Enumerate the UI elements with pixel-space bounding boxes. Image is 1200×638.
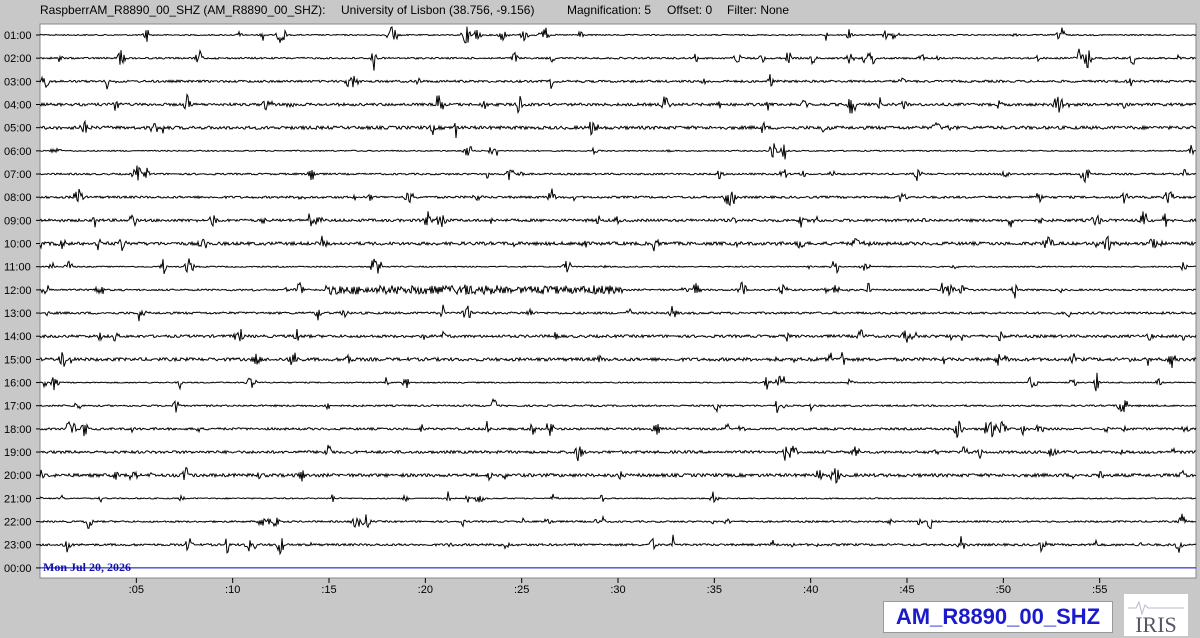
station-code-box: AM_R8890_00_SHZ	[883, 601, 1113, 633]
x-tick-label: :35	[707, 584, 722, 596]
row-label: 13:00	[4, 308, 32, 320]
row-label: 14:00	[4, 331, 32, 343]
logo-text: IRIS	[1135, 612, 1177, 636]
helicorder-window: RaspberrAM_R8890_00_SHZ (AM_R8890_00_SHZ…	[0, 0, 1200, 638]
iris-logo: IRIS	[1124, 594, 1188, 636]
row-label: 17:00	[4, 401, 32, 413]
row-label: 03:00	[4, 76, 32, 88]
row-label: 01:00	[4, 30, 32, 42]
row-label: 21:00	[4, 493, 32, 505]
x-tick-label: :25	[514, 584, 529, 596]
row-label: 08:00	[4, 192, 32, 204]
x-tick-label: :10	[225, 584, 240, 596]
x-tick-label: :50	[996, 584, 1011, 596]
x-tick-label: :55	[1092, 584, 1107, 596]
station-code: AM_R8890_00_SHZ	[895, 604, 1101, 629]
helicorder-plot: 01:00 02:00 03:00 04:00 05:00 06:00 07:00 08:00…	[4, 23, 1197, 596]
row-label: 19:00	[4, 447, 32, 459]
row-label: 06:00	[4, 146, 32, 158]
x-tick-label: :30	[610, 584, 625, 596]
plot-area	[39, 23, 1197, 579]
row-label: 07:00	[4, 169, 32, 181]
row-label: 05:00	[4, 123, 32, 135]
row-label: 02:00	[4, 53, 32, 65]
date-label: Mon Jul 20, 2026	[43, 560, 131, 574]
row-label: 00:00	[4, 563, 32, 575]
x-tick-label: :05	[129, 584, 144, 596]
row-label: 09:00	[4, 215, 32, 227]
row-label: 23:00	[4, 540, 32, 552]
row-label: 16:00	[4, 378, 32, 390]
row-label: 20:00	[4, 470, 32, 482]
x-tick-label: :15	[321, 584, 336, 596]
row-label: 10:00	[4, 239, 32, 251]
x-tick-label: :40	[803, 584, 818, 596]
row-label: 15:00	[4, 354, 32, 366]
x-tick-label: :20	[418, 584, 433, 596]
row-label: 12:00	[4, 285, 32, 297]
row-label: 04:00	[4, 100, 32, 112]
row-label: 11:00	[4, 262, 31, 274]
row-label: 22:00	[4, 517, 32, 529]
row-label: 18:00	[4, 424, 32, 436]
x-tick-label: :45	[899, 584, 914, 596]
